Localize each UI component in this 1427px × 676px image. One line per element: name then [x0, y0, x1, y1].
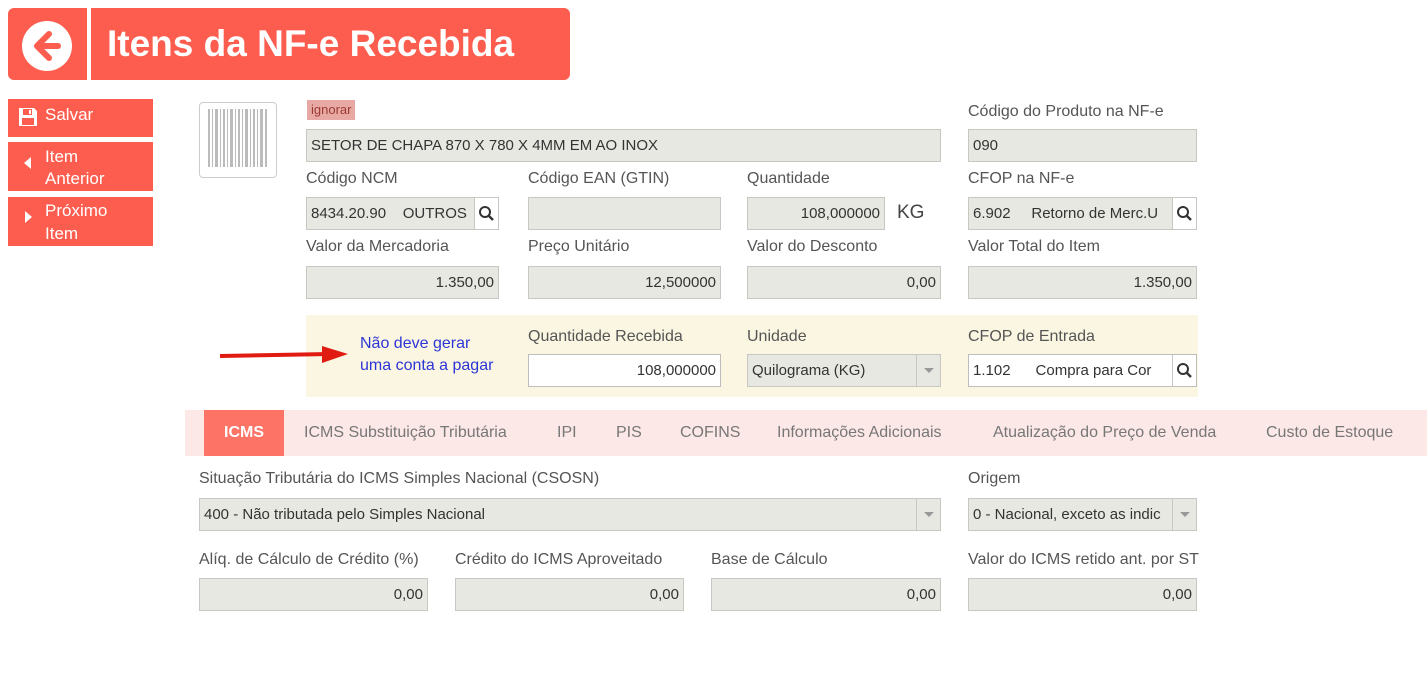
- ncm-value: 8434.20.90 OUTROS: [311, 205, 467, 222]
- red-pointer-arrow-icon: [219, 346, 348, 363]
- search-icon: [1177, 206, 1192, 221]
- origin-value: 0 - Nacional, exceto as indic: [973, 506, 1161, 523]
- back-arrow-icon: [22, 21, 72, 71]
- no-payable-note-line2: uma conta a pagar: [360, 357, 494, 374]
- discount-label: Valor do Desconto: [747, 238, 878, 255]
- credit-rate-label: Alíq. de Cálculo de Crédito (%): [199, 551, 419, 568]
- ncm-field[interactable]: 8434.20.90 OUTROS: [306, 197, 499, 230]
- tab-pis[interactable]: PIS: [616, 410, 642, 456]
- total-value-field[interactable]: 1.350,00: [968, 266, 1197, 299]
- next-item-button[interactable]: Próximo Item: [8, 197, 153, 246]
- tab-icms-st[interactable]: ICMS Substituição Tributária: [304, 410, 507, 456]
- csosn-label: Situação Tributária do ICMS Simples Naci…: [199, 470, 600, 487]
- save-button[interactable]: Salvar: [8, 99, 153, 137]
- origin-select[interactable]: 0 - Nacional, exceto as indic: [968, 498, 1197, 531]
- back-button[interactable]: [8, 8, 87, 80]
- save-label: Salvar: [45, 105, 94, 124]
- unit-select[interactable]: Quilograma (KG): [747, 354, 941, 387]
- icms-credit-label: Crédito do ICMS Aproveitado: [455, 551, 663, 568]
- cfop-entry-value: 1.102 Compra para Cor: [973, 362, 1152, 379]
- merchandise-value-field[interactable]: 1.350,00: [306, 266, 499, 299]
- quantity-received-field[interactable]: 108,000000: [528, 354, 721, 387]
- quantity-label: Quantidade: [747, 170, 830, 187]
- unit-label: Unidade: [747, 328, 807, 345]
- quantity-field[interactable]: 108,000000: [747, 197, 885, 230]
- product-description-field[interactable]: SETOR DE CHAPA 870 X 780 X 4MM EM AO INO…: [306, 129, 941, 162]
- quantity-received-label: Quantidade Recebida: [528, 328, 683, 345]
- cfop-label: CFOP na NF-e: [968, 170, 1075, 187]
- chevron-right-icon: [24, 207, 32, 229]
- calc-base-label: Base de Cálculo: [711, 551, 828, 568]
- dropdown-arrow-icon[interactable]: [916, 355, 940, 386]
- cfop-field[interactable]: 6.902 Retorno de Merc.U: [968, 197, 1197, 230]
- tab-cofins[interactable]: COFINS: [680, 410, 740, 456]
- credit-rate-field[interactable]: 0,00: [199, 578, 428, 611]
- tab-stock-cost[interactable]: Custo de Estoque: [1266, 410, 1393, 456]
- tab-sale-price-update[interactable]: Atualização do Preço de Venda: [993, 410, 1216, 456]
- previous-item-label-1: Item: [45, 147, 79, 166]
- icms-retained-label: Valor do ICMS retido ant. por ST: [968, 551, 1199, 568]
- calc-base-field[interactable]: 0,00: [711, 578, 941, 611]
- unit-price-label: Preço Unitário: [528, 238, 630, 255]
- barcode-icon: [208, 109, 267, 167]
- tabs-bar: ICMS ICMS Substituição Tributária IPI PI…: [185, 410, 1427, 456]
- cfop-search-button[interactable]: [1172, 198, 1196, 229]
- tab-additional-info[interactable]: Informações Adicionais: [777, 410, 942, 456]
- save-icon: [18, 107, 38, 133]
- ncm-label: Código NCM: [306, 170, 398, 187]
- product-image[interactable]: [199, 102, 277, 178]
- previous-item-button[interactable]: Item Anterior: [8, 142, 153, 191]
- search-icon: [479, 206, 494, 221]
- discount-field[interactable]: 0,00: [747, 266, 941, 299]
- csosn-select[interactable]: 400 - Não tributada pelo Simples Naciona…: [199, 498, 941, 531]
- tab-ipi[interactable]: IPI: [557, 410, 577, 456]
- cfop-value: 6.902 Retorno de Merc.U: [973, 205, 1159, 222]
- ignore-badge[interactable]: ignorar: [307, 100, 356, 120]
- no-payable-note[interactable]: Não deve gerar uma conta a pagar: [360, 333, 493, 377]
- origin-label: Origem: [968, 470, 1021, 487]
- cfop-entry-label: CFOP de Entrada: [968, 328, 1095, 345]
- cfop-entry-field[interactable]: 1.102 Compra para Cor: [968, 354, 1197, 387]
- no-payable-note-line1: Não deve gerar: [360, 335, 471, 352]
- next-item-label-1: Próximo: [45, 201, 108, 220]
- dropdown-arrow-icon[interactable]: [1172, 499, 1196, 530]
- icms-retained-field[interactable]: 0,00: [968, 578, 1197, 611]
- ean-field[interactable]: [528, 197, 721, 230]
- cfop-entry-search-button[interactable]: [1172, 355, 1196, 386]
- icms-credit-field[interactable]: 0,00: [455, 578, 684, 611]
- product-code-label: Código do Produto na NF-e: [968, 103, 1164, 120]
- product-code-field[interactable]: 090: [968, 129, 1197, 162]
- previous-item-label-2: Anterior: [45, 169, 105, 188]
- page-title: Itens da NF-e Recebida: [91, 8, 570, 80]
- ncm-search-button[interactable]: [474, 198, 498, 229]
- total-value-label: Valor Total do Item: [968, 238, 1100, 255]
- quantity-unit: KG: [897, 202, 925, 223]
- merchandise-value-label: Valor da Mercadoria: [306, 238, 449, 255]
- tab-icms[interactable]: ICMS: [204, 410, 284, 456]
- search-icon: [1177, 363, 1192, 378]
- ean-label: Código EAN (GTIN): [528, 170, 670, 187]
- chevron-left-icon: [24, 153, 32, 175]
- next-item-label-2: Item: [45, 224, 79, 243]
- csosn-value: 400 - Não tributada pelo Simples Naciona…: [204, 506, 485, 523]
- unit-value: Quilograma (KG): [752, 362, 866, 379]
- dropdown-arrow-icon[interactable]: [916, 499, 940, 530]
- unit-price-field[interactable]: 12,500000: [528, 266, 721, 299]
